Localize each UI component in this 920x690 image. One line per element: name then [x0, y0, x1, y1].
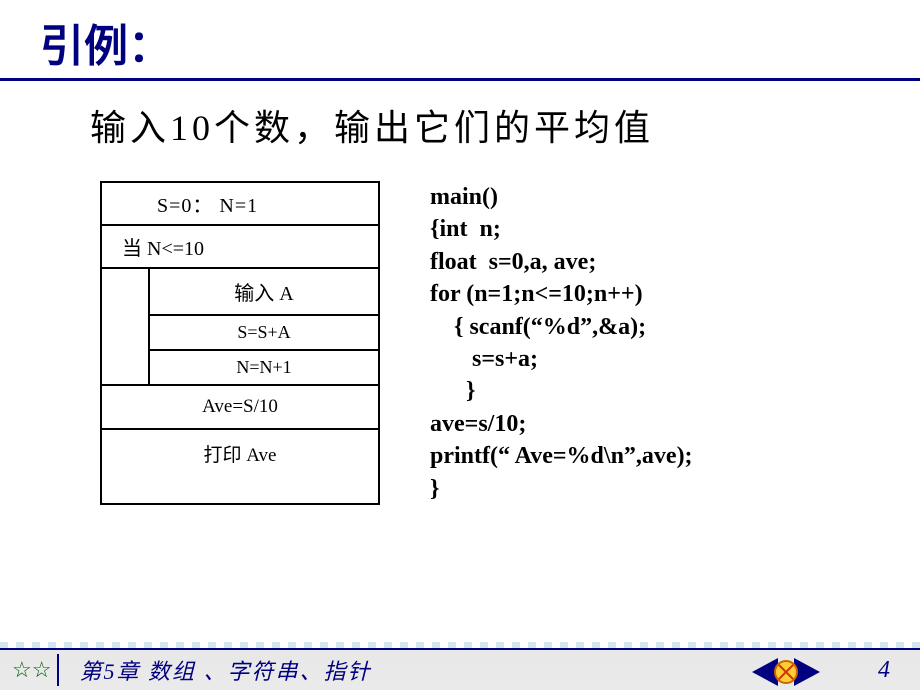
nav-control[interactable] — [752, 658, 820, 686]
fc-init: S=0： N=1 — [102, 183, 378, 226]
fc-loop-body: 输入 A S=S+A N=N+1 — [150, 269, 378, 384]
fc-step-input: 输入 A — [150, 269, 378, 316]
page-number: 4 — [878, 657, 890, 684]
slide-subtitle: 输入10个数，输出它们的平均值 — [0, 81, 920, 181]
fc-loop: 输入 A S=S+A N=N+1 — [102, 269, 378, 386]
fc-loop-gutter — [102, 269, 150, 384]
footer-stars-icon: ☆☆ — [0, 657, 57, 683]
slide-footer: ☆☆ 第5章 数组 、字符串、指针 4 — [0, 648, 920, 690]
nav-stop-icon — [774, 660, 798, 684]
fc-condition: 当 N<=10 — [102, 226, 378, 269]
fc-average: Ave=S/10 — [102, 386, 378, 430]
chapter-label: 第5章 数组 、字符串、指针 — [57, 654, 391, 686]
fc-print: 打印 Ave — [102, 430, 378, 477]
fc-step-inc: N=N+1 — [150, 351, 378, 384]
fc-step-sum: S=S+A — [150, 316, 378, 351]
slide-header: 引例： — [0, 0, 920, 78]
ns-flowchart: S=0： N=1 当 N<=10 输入 A S=S+A N=N+1 Ave=S/… — [100, 181, 380, 505]
slide-title: 引例： — [40, 10, 920, 74]
code-block: main() {int n; float s=0,a, ave; for (n=… — [430, 181, 693, 505]
footer-stripe — [0, 642, 920, 648]
content-area: S=0： N=1 当 N<=10 输入 A S=S+A N=N+1 Ave=S/… — [0, 181, 920, 505]
